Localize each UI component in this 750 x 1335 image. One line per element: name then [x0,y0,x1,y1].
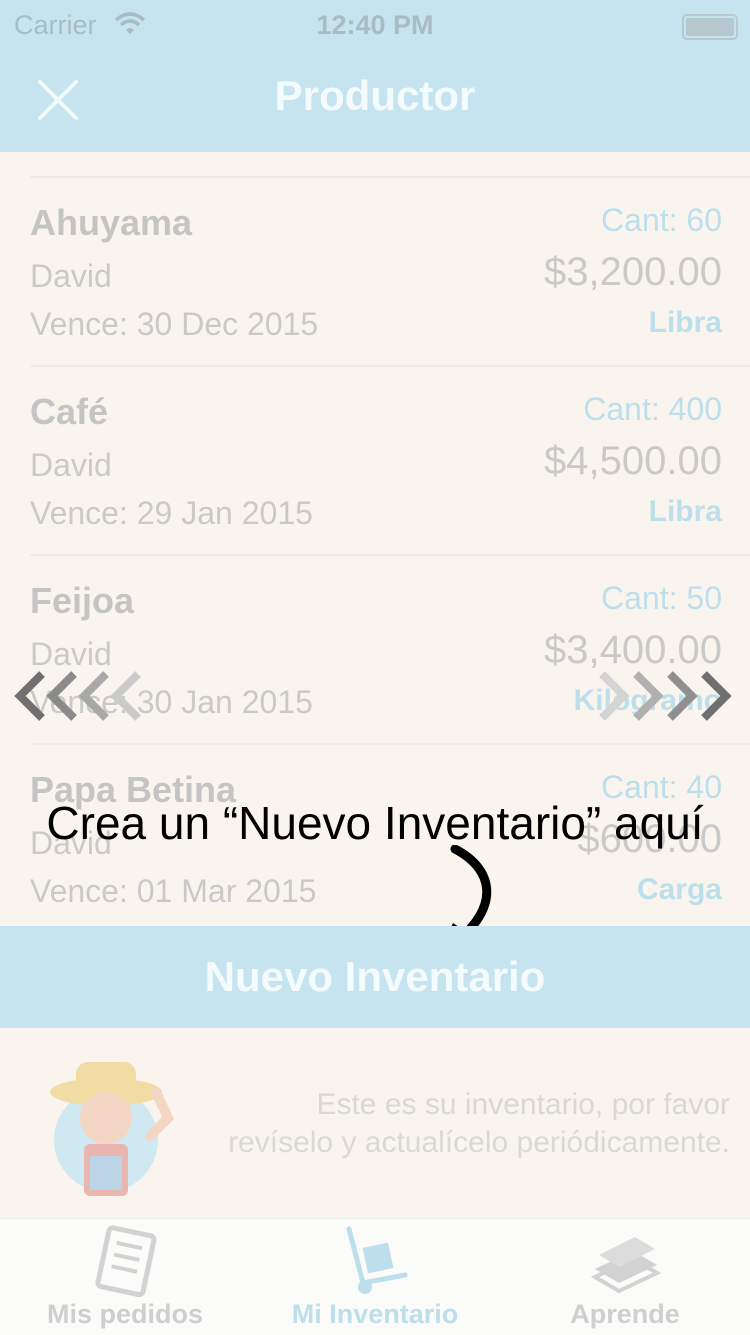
product-name: Café [30,391,109,432]
tab-label: Aprende [570,1299,680,1329]
product-name: Ahuyama [30,202,193,243]
inventory-item[interactable]: Café David Vence: 29 Jan 2015 Cant: 400 … [30,365,750,554]
tab-bar: Mis pedidos Mi Inventario Aprende [0,1218,750,1335]
new-inventory-button[interactable]: Nuevo Inventario [0,926,750,1028]
orders-icon [95,1225,157,1297]
info-message: Este es su inventario, por favor revísel… [228,1088,730,1159]
unit: Carga [636,873,722,906]
quantity: Cant: 60 [601,202,722,238]
page-title: Productor [274,72,476,119]
tab-aprende[interactable]: Aprende [500,1219,750,1335]
nav-bar: Productor [0,52,750,152]
unit: Libra [648,495,722,528]
quantity: Cant: 400 [583,391,722,427]
tab-mis-pedidos[interactable]: Mis pedidos [0,1219,250,1335]
books-icon [590,1237,662,1294]
unit: Libra [648,306,722,339]
producer-name: David [30,258,112,294]
expiry-date: Vence: 30 Dec 2015 [30,306,319,342]
swipe-left-chevrons-icon [12,668,162,729]
expiry-date: Vence: 01 Mar 2015 [30,873,317,909]
hand-truck-icon [346,1226,408,1294]
swipe-right-chevrons-icon [582,668,742,729]
tutorial-hint: Crea un “Nuevo Inventario” aquí [46,797,704,849]
inventory-item[interactable]: Ahuyama David Vence: 30 Dec 2015 Cant: 6… [30,176,750,365]
product-name: Feijoa [30,580,135,621]
expiry-date: Vence: 29 Jan 2015 [30,495,313,531]
tab-label: Mi Inventario [291,1299,459,1329]
price: $4,500.00 [544,439,722,483]
battery-icon [682,14,738,40]
farmer-mascot-icon [44,1052,184,1207]
status-bar: Carrier 12:40 PM [0,0,750,52]
producer-name: David [30,447,112,483]
price: $3,400.00 [544,628,722,672]
clock: 12:40 PM [316,10,434,40]
info-panel: Este es su inventario, por favor revísel… [0,1028,750,1218]
tab-mi-inventario[interactable]: Mi Inventario [250,1219,500,1335]
price: $3,200.00 [544,250,722,294]
tab-label: Mis pedidos [46,1299,203,1329]
quantity: Cant: 50 [601,580,722,616]
